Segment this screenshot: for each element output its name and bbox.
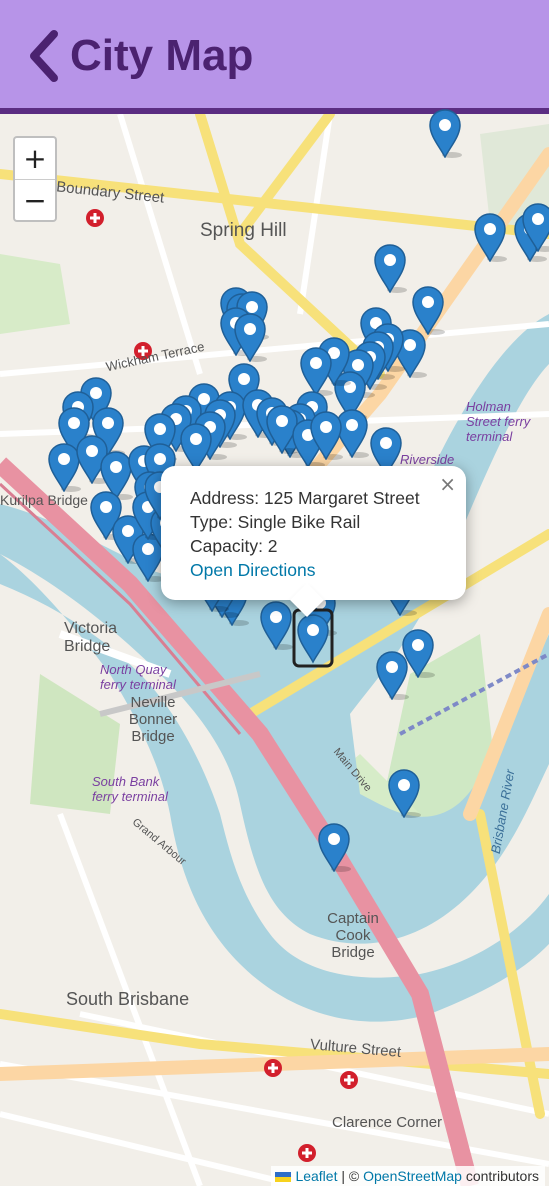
suburb-label: Spring Hill <box>200 220 287 241</box>
map-pin-icon[interactable] <box>387 768 421 818</box>
map-attribution: Leaflet | © OpenStreetMap contributors <box>271 1166 545 1186</box>
zoom-in-button[interactable]: + <box>15 138 55 180</box>
popup-address: Address: 125 Margaret Street <box>190 488 420 508</box>
map-pin-icon[interactable] <box>233 312 267 362</box>
map-pin-icon[interactable] <box>317 822 351 872</box>
ferry-label: South Bank ferry terminal <box>92 774 168 804</box>
map-view[interactable]: Spring Hill Boundary Street Wickham Terr… <box>0 114 549 1186</box>
map-pin-icon[interactable] <box>375 650 409 700</box>
osm-link[interactable]: OpenStreetMap <box>363 1168 462 1184</box>
attribution-suffix: contributors <box>461 1168 539 1184</box>
page-title: City Map <box>70 31 254 80</box>
marker-popup: × Address: 125 Margaret Street Type: Sin… <box>161 466 466 617</box>
map-pin-icon[interactable] <box>299 346 333 396</box>
map-pin-icon[interactable] <box>428 108 462 158</box>
suburb-label: South Brisbane <box>66 989 190 1009</box>
map-pin-icon[interactable] <box>309 410 343 460</box>
bridge-label: Victoria Bridge <box>64 620 118 655</box>
close-icon[interactable]: × <box>439 472 456 496</box>
zoom-out-button[interactable]: − <box>15 180 55 221</box>
attribution-separator: | © <box>337 1168 364 1184</box>
map-pin-icon[interactable] <box>259 600 293 650</box>
open-directions-link[interactable]: Open Directions <box>190 560 315 580</box>
map-pin-icon[interactable] <box>473 212 507 262</box>
ukraine-flag-icon <box>275 1172 292 1183</box>
app-header: City Map <box>0 0 549 114</box>
ferry-label: Holman Street ferry terminal <box>466 399 531 444</box>
map-pin-icon[interactable] <box>373 243 407 293</box>
bridge-label: Neville Bonner Bridge <box>128 694 178 745</box>
leaflet-link[interactable]: Leaflet <box>295 1168 337 1184</box>
chevron-left-icon[interactable] <box>26 28 64 84</box>
map-pin-icon[interactable] <box>521 202 549 252</box>
place-label: Clarence Corner <box>332 1114 443 1131</box>
ferry-label: North Quay ferry terminal <box>100 662 176 692</box>
bridge-label: Kurilpa Bridge <box>0 492 88 508</box>
map-pin-icon[interactable] <box>179 422 213 472</box>
bridge-label: Captain Cook Bridge <box>327 910 379 961</box>
popup-capacity: Capacity: 2 <box>190 536 278 556</box>
selected-map-pin-icon[interactable] <box>292 607 334 669</box>
popup-type: Type: Single Bike Rail <box>190 512 361 532</box>
ferry-label: Riverside <box>400 452 455 467</box>
zoom-control: + − <box>13 136 57 222</box>
